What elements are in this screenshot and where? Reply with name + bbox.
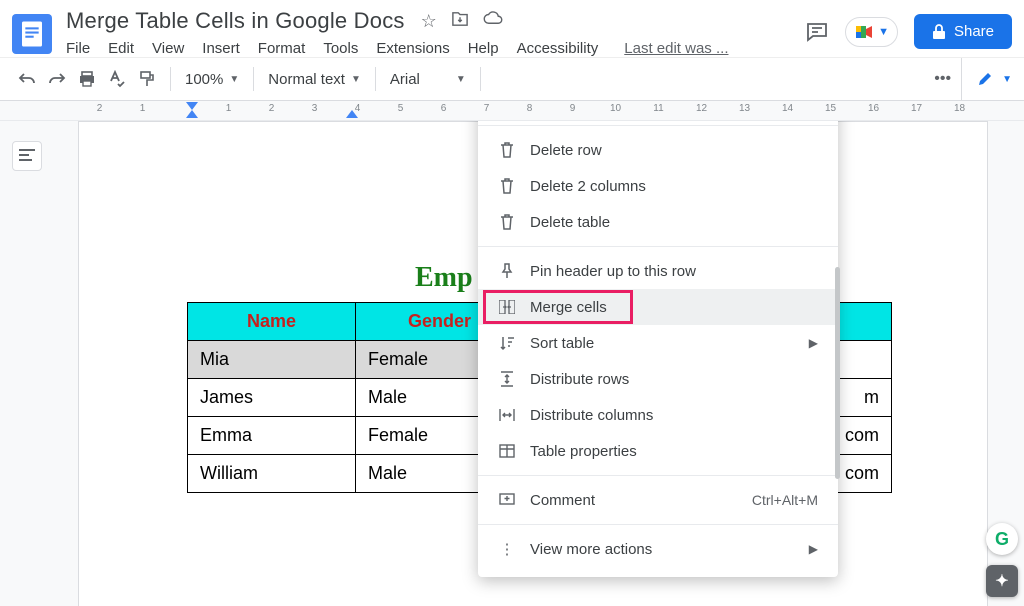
comment-add-icon: [498, 491, 516, 509]
menu-edit[interactable]: Edit: [108, 40, 134, 57]
ctx-merge-cells[interactable]: Merge cells: [478, 289, 838, 325]
ctx-distribute-rows[interactable]: Distribute rows: [478, 361, 838, 397]
font-select[interactable]: Arial▼: [384, 71, 472, 88]
meet-icon: [854, 22, 874, 42]
canvas: Emp Name Gender Email MiaFemale JamesMal…: [0, 121, 1024, 606]
menu-accessibility[interactable]: Accessibility: [517, 40, 599, 57]
cloud-status-icon[interactable]: [483, 11, 503, 32]
ruler-tick: 16: [852, 103, 895, 117]
grammarly-icon[interactable]: G: [986, 523, 1018, 555]
print-button[interactable]: [72, 64, 102, 94]
meet-button[interactable]: ▼: [845, 17, 898, 47]
menu-format[interactable]: Format: [258, 40, 306, 57]
ruler-tick: 13: [723, 103, 766, 117]
ruler-tick: 14: [766, 103, 809, 117]
ctx-view-more[interactable]: ⋮ View more actions ▶: [478, 531, 838, 567]
ruler-tick: 2: [250, 103, 293, 117]
ctx-delete-table[interactable]: Delete table: [478, 204, 838, 240]
menu-view[interactable]: View: [152, 40, 184, 57]
editing-mode-button[interactable]: ▼: [961, 58, 1012, 100]
document-heading: Emp: [415, 262, 473, 294]
distribute-columns-icon: [498, 406, 516, 424]
chevron-down-icon: ▼: [351, 74, 361, 85]
header-right: ▼ Share: [805, 14, 1012, 49]
ruler-tick: 1: [121, 103, 164, 117]
toolbar-more-icon[interactable]: •••: [934, 70, 951, 88]
style-select[interactable]: Normal text▼: [262, 71, 367, 88]
star-icon[interactable]: ☆: [421, 11, 437, 32]
ruler-tick: 12: [680, 103, 723, 117]
pin-icon: [498, 262, 516, 280]
menu-tools[interactable]: Tools: [323, 40, 358, 57]
merge-cells-icon: [498, 298, 516, 316]
ruler-tick: 3: [293, 103, 336, 117]
redo-button[interactable]: [42, 64, 72, 94]
more-vert-icon: ⋮: [498, 540, 516, 558]
undo-button[interactable]: [12, 64, 42, 94]
share-button[interactable]: Share: [914, 14, 1012, 49]
ruler-tick: 6: [422, 103, 465, 117]
ruler[interactable]: 21123456789101112131415161718: [0, 101, 1024, 121]
ruler-tick: 15: [809, 103, 852, 117]
title-block: Merge Table Cells in Google Docs ☆ File …: [66, 8, 805, 57]
lock-icon: [932, 24, 946, 40]
sort-icon: [498, 334, 516, 352]
menu-help[interactable]: Help: [468, 40, 499, 57]
ruler-tick: 17: [895, 103, 938, 117]
last-edit-link[interactable]: Last edit was ...: [624, 40, 728, 57]
ctx-sort-table[interactable]: Sort table ▶: [478, 325, 838, 361]
chevron-down-icon: ▼: [878, 26, 889, 38]
ruler-tick: 2: [78, 103, 121, 117]
ctx-pin-header[interactable]: Pin header up to this row: [478, 253, 838, 289]
toolbar: 100%▼ Normal text▼ Arial▼ ••• ▼: [0, 57, 1024, 101]
app-header: Merge Table Cells in Google Docs ☆ File …: [0, 0, 1024, 57]
paint-format-button[interactable]: [132, 64, 162, 94]
ctx-table-properties[interactable]: Table properties: [478, 433, 838, 469]
chevron-right-icon: ▶: [809, 336, 818, 350]
ctx-comment[interactable]: Comment Ctrl+Alt+M: [478, 482, 838, 518]
chevron-down-icon: ▼: [456, 74, 466, 85]
ruler-tick: 11: [637, 103, 680, 117]
side-badges: G ✦: [986, 523, 1018, 597]
ruler-tick: 10: [594, 103, 637, 117]
zoom-select[interactable]: 100%▼: [179, 71, 245, 88]
docs-logo-icon[interactable]: [12, 14, 52, 54]
menu-insert[interactable]: Insert: [202, 40, 240, 57]
share-label: Share: [954, 23, 994, 40]
ruler-tick: 7: [465, 103, 508, 117]
ctx-delete-columns[interactable]: Delete 2 columns: [478, 168, 838, 204]
ruler-tick: 9: [551, 103, 594, 117]
ruler-tick: 5: [379, 103, 422, 117]
document-outline-button[interactable]: [12, 141, 42, 171]
menu-extensions[interactable]: Extensions: [376, 40, 449, 57]
chevron-down-icon: ▼: [229, 74, 239, 85]
pencil-icon: [976, 70, 994, 88]
context-menu-scrollbar[interactable]: [835, 267, 840, 479]
menu-file[interactable]: File: [66, 40, 90, 57]
context-menu: ＋ Insert 2 columns to the right Delete r…: [478, 121, 838, 577]
chevron-down-icon: ▼: [1002, 74, 1012, 85]
trash-icon: [498, 141, 516, 159]
shortcut-label: Ctrl+Alt+M: [752, 492, 818, 508]
ctx-delete-row[interactable]: Delete row: [478, 132, 838, 168]
spellcheck-button[interactable]: [102, 64, 132, 94]
ruler-tick: 1: [207, 103, 250, 117]
explore-icon[interactable]: ✦: [986, 565, 1018, 597]
ruler-tick: 8: [508, 103, 551, 117]
move-icon[interactable]: [451, 11, 469, 32]
col-header-name[interactable]: Name: [188, 303, 356, 341]
ctx-distribute-columns[interactable]: Distribute columns: [478, 397, 838, 433]
trash-icon: [498, 177, 516, 195]
doc-title[interactable]: Merge Table Cells in Google Docs: [66, 8, 405, 34]
ruler-tick: 18: [938, 103, 981, 117]
table-icon: [498, 442, 516, 460]
comment-history-icon[interactable]: [805, 20, 829, 44]
chevron-right-icon: ▶: [809, 542, 818, 556]
distribute-rows-icon: [498, 370, 516, 388]
trash-icon: [498, 213, 516, 231]
menu-bar: File Edit View Insert Format Tools Exten…: [66, 40, 805, 57]
